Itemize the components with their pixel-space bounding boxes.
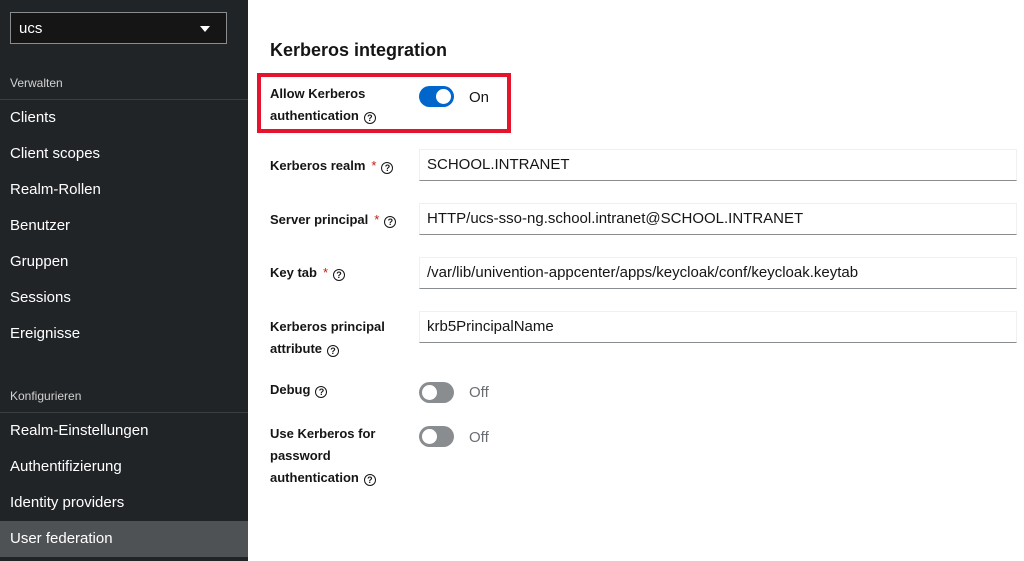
- debug-label: Debug?: [270, 379, 328, 401]
- nav-heading-manage: Verwalten: [0, 67, 248, 100]
- sidebar-item-users[interactable]: Benutzer: [0, 208, 248, 244]
- allow-kerberos-toggle[interactable]: [419, 86, 454, 107]
- use-kerberos-password-label-line2: password: [270, 448, 331, 463]
- sidebar-item-events[interactable]: Ereignisse: [0, 316, 248, 352]
- section-title: Kerberos integration: [270, 40, 448, 60]
- sidebar-item-realm-settings[interactable]: Realm-Einstellungen: [0, 413, 248, 449]
- key-tab-label-text: Key tab: [270, 265, 317, 280]
- help-circle-icon[interactable]: ?: [363, 112, 376, 124]
- principal-attribute-label-line2: attribute: [270, 341, 322, 356]
- server-principal-label: Server principal *?: [270, 209, 397, 231]
- help-circle-icon[interactable]: ?: [384, 216, 397, 228]
- sidebar-item-clients[interactable]: Clients: [0, 100, 248, 136]
- required-marker: *: [322, 265, 329, 280]
- debug-label-text: Debug: [270, 382, 311, 397]
- use-kerberos-password-label: Use Kerberos for password authentication…: [270, 423, 376, 489]
- allow-kerberos-label-line1: Allow Kerberos: [270, 86, 366, 101]
- use-kerberos-password-state: Off: [469, 429, 489, 446]
- help-circle-icon[interactable]: ?: [315, 386, 328, 398]
- realm-selector[interactable]: ucs: [10, 12, 227, 44]
- use-kerberos-password-toggle[interactable]: [419, 426, 454, 447]
- kerberos-realm-label-text: Kerberos realm: [270, 158, 366, 173]
- required-marker: *: [371, 158, 377, 173]
- main-content: Kerberos integration Allow Kerberos auth…: [248, 0, 1024, 561]
- toggle-knob: [422, 385, 437, 400]
- sidebar-item-identity-providers[interactable]: Identity providers: [0, 485, 248, 521]
- principal-attribute-input[interactable]: krb5PrincipalName: [419, 311, 1017, 343]
- nav-section-manage: Verwalten Clients Client scopes Realm-Ro…: [0, 67, 248, 352]
- principal-attribute-label-line1: Kerberos principal: [270, 319, 385, 334]
- help-circle-icon[interactable]: ?: [333, 269, 346, 281]
- key-tab-label: Key tab *?: [270, 262, 346, 284]
- principal-attribute-label: Kerberos principal attribute?: [270, 316, 385, 360]
- help-circle-icon[interactable]: ?: [363, 474, 376, 486]
- caret-down-icon: [200, 26, 210, 32]
- kerberos-realm-label: Kerberos realm *?: [270, 155, 394, 177]
- sidebar-item-client-scopes[interactable]: Client scopes: [0, 136, 248, 172]
- required-marker: *: [374, 212, 380, 227]
- sidebar: ucs Verwalten Clients Client scopes Real…: [0, 0, 248, 561]
- debug-toggle[interactable]: [419, 382, 454, 403]
- nav-heading-configure: Konfigurieren: [0, 380, 248, 413]
- allow-kerberos-label-line2: authentication: [270, 108, 359, 123]
- sidebar-item-user-federation[interactable]: User federation: [0, 521, 248, 557]
- allow-kerberos-state: On: [469, 89, 490, 106]
- nav-section-configure: Konfigurieren Realm-Einstellungen Authen…: [0, 380, 248, 557]
- help-circle-icon[interactable]: ?: [381, 162, 394, 174]
- key-tab-input[interactable]: /var/lib/univention-appcenter/apps/keycl…: [419, 257, 1017, 289]
- use-kerberos-password-label-line1: Use Kerberos for: [270, 426, 376, 441]
- allow-kerberos-label: Allow Kerberos authentication?: [270, 83, 376, 127]
- server-principal-label-text: Server principal: [270, 212, 369, 227]
- help-circle-icon[interactable]: ?: [327, 345, 339, 357]
- sidebar-item-realm-roles[interactable]: Realm-Rollen: [0, 172, 248, 208]
- realm-selector-value: ucs: [19, 19, 43, 37]
- sidebar-item-authentication[interactable]: Authentifizierung: [0, 449, 248, 485]
- use-kerberos-password-label-line3: authentication: [270, 470, 359, 485]
- toggle-knob: [422, 429, 437, 444]
- kerberos-realm-input[interactable]: SCHOOL.INTRANET: [419, 149, 1017, 181]
- sidebar-item-groups[interactable]: Gruppen: [0, 244, 248, 280]
- toggle-knob: [436, 89, 451, 104]
- sidebar-item-sessions[interactable]: Sessions: [0, 280, 248, 316]
- server-principal-input[interactable]: HTTP/ucs-sso-ng.school.intranet@SCHOOL.I…: [419, 203, 1017, 235]
- debug-state: Off: [469, 384, 489, 401]
